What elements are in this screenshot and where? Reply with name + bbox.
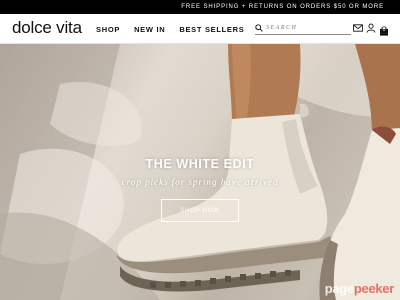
main-nav: SHOP NEW IN BEST SELLERS [96, 25, 244, 34]
search-icon[interactable] [255, 24, 263, 32]
nav-item-best-sellers[interactable]: BEST SELLERS [179, 25, 244, 34]
watermark-part2: peeker [353, 281, 394, 296]
hero-title: THE WHITE EDIT [145, 157, 255, 171]
bag-button[interactable]: 0 [379, 23, 389, 36]
pagepeeker-watermark: pagepeeker [324, 281, 395, 296]
watermark-part1: page [324, 281, 354, 296]
search-box [255, 22, 351, 35]
promo-text: FREE SHIPPING + RETURNS ON ORDERS $50 OR… [181, 4, 384, 10]
promo-bar: FREE SHIPPING + RETURNS ON ORDERS $50 OR… [0, 0, 400, 14]
nav-item-shop[interactable]: SHOP [96, 25, 120, 34]
search-input[interactable] [266, 22, 350, 34]
hero-image [0, 44, 400, 300]
hero-banner: THE WHITE EDIT crop picks for spring hav… [0, 44, 400, 300]
mail-icon[interactable] [353, 23, 363, 33]
nav-item-new-in[interactable]: NEW IN [134, 25, 165, 34]
hero-subtitle: crop picks for spring have arrived [121, 178, 279, 188]
site-header: dolce vita SHOP NEW IN BEST SELLERS 0 [0, 14, 400, 44]
brand-logo[interactable]: dolce vita [12, 18, 82, 38]
shop-now-button[interactable]: SHOP NOW [161, 199, 239, 222]
bag-count: 0 [382, 26, 386, 33]
account-icon[interactable] [366, 23, 376, 33]
